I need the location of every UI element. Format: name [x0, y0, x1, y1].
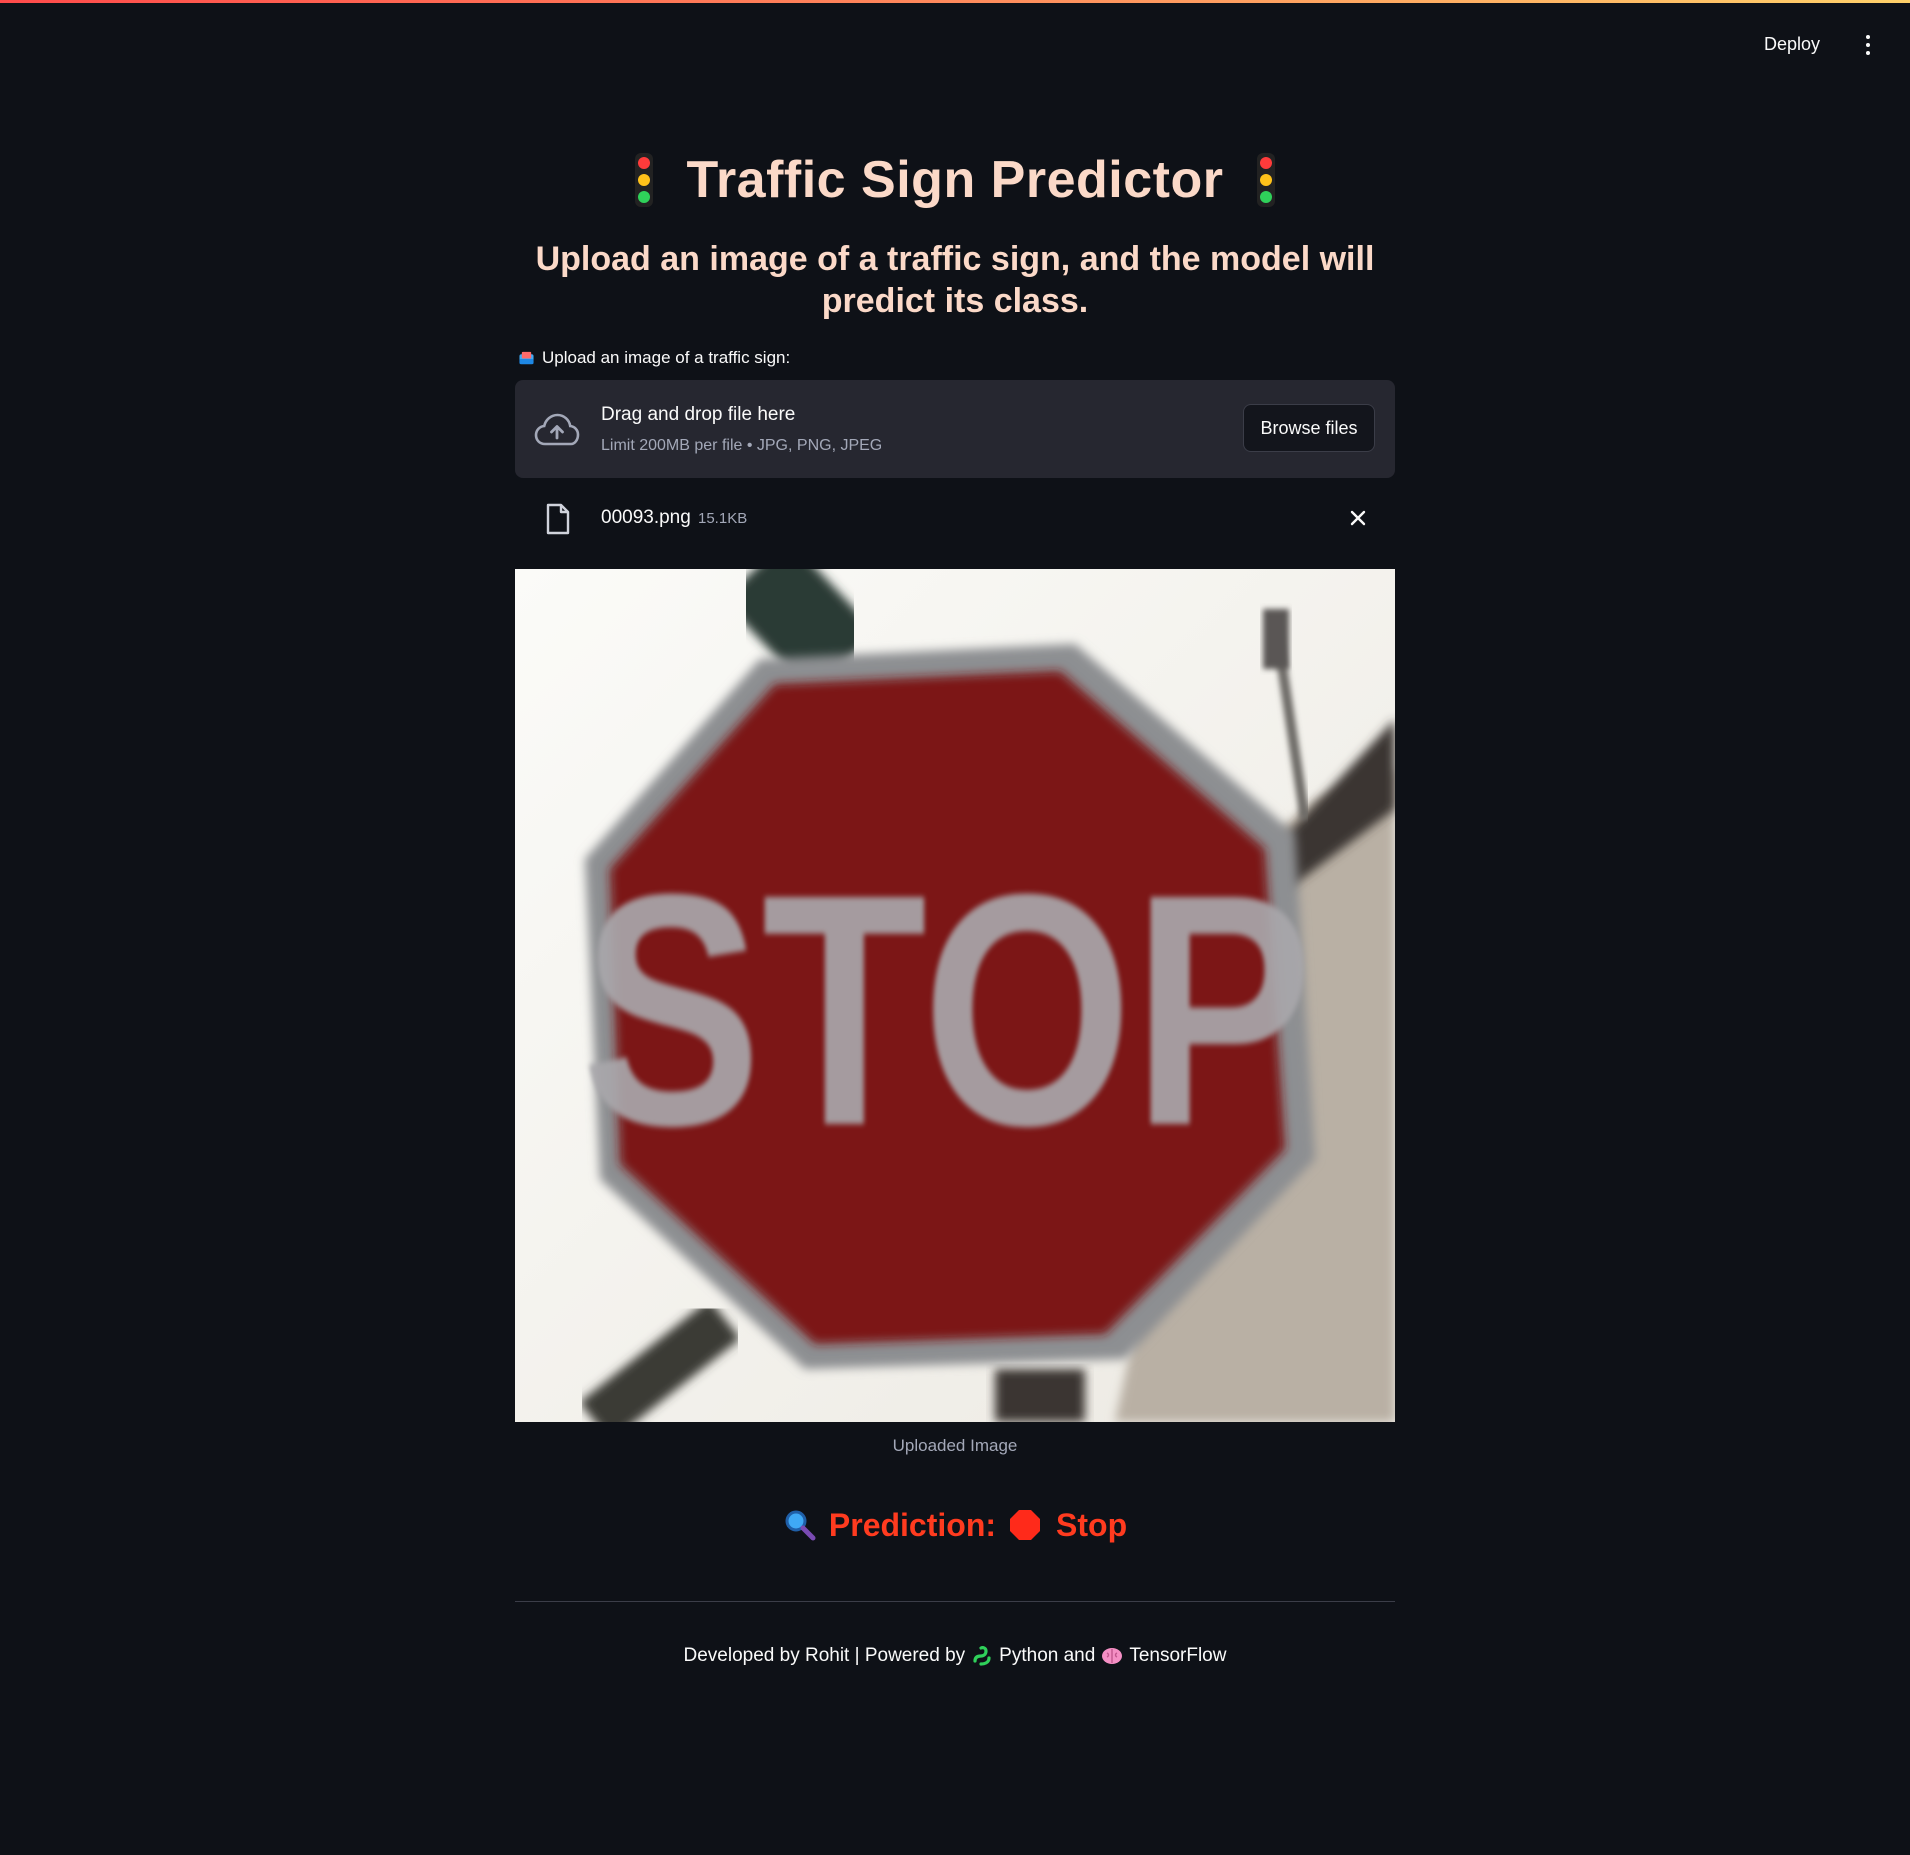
stop-sign-icon [1010, 1510, 1041, 1540]
prediction-value: Stop [1056, 1506, 1128, 1543]
stop-sign-text: STOP [581, 825, 1313, 1194]
uploader-label-text: Upload an image of a traffic sign: [542, 348, 791, 367]
page-title: Traffic Sign Predictor [686, 151, 1224, 209]
uploaded-file-row: 00093.png 15.1KB [515, 495, 1395, 541]
stop-sign-photo: STOP [515, 569, 1395, 1422]
file-dropzone[interactable]: Drag and drop file here Limit 200MB per … [515, 380, 1395, 478]
uploaded-file-size: 15.1KB [698, 510, 748, 527]
footer-tensorflow: TensorFlow [1129, 1645, 1227, 1666]
uploaded-file-name: 00093.png [601, 507, 691, 528]
cloud-upload-icon [534, 413, 580, 446]
dropzone-title: Drag and drop file here [601, 404, 796, 425]
prediction-label: Prediction: [828, 1506, 997, 1543]
brain-icon [1102, 1648, 1123, 1664]
page-subtitle: Upload an image of a traffic sign, and t… [535, 240, 1375, 320]
browse-files-button[interactable]: Browse files [1243, 404, 1375, 452]
footer: Developed by Rohit | Powered by Python a… [515, 1645, 1395, 1667]
deploy-button[interactable]: Deploy [1756, 30, 1828, 59]
snake-icon [973, 1646, 991, 1666]
uploaded-image: STOP [515, 569, 1395, 1422]
traffic-light-icon [1257, 153, 1276, 207]
footer-credit: Developed by Rohit | Powered by [683, 1645, 966, 1666]
footer-python: Python and [999, 1645, 1096, 1666]
inbox-tray-icon [519, 351, 534, 365]
title-row: Traffic Sign Predictor [515, 140, 1395, 220]
close-icon[interactable] [1345, 505, 1371, 531]
dropzone-limit: Limit 200MB per file • JPG, PNG, JPEG [601, 437, 883, 454]
uploader-label: Upload an image of a traffic sign: [519, 348, 790, 368]
kebab-menu-icon[interactable] [1856, 30, 1880, 60]
file-icon [546, 503, 570, 535]
magnifier-icon [785, 1510, 816, 1541]
divider [515, 1601, 1395, 1602]
prediction-result: Prediction: Stop [515, 1500, 1395, 1550]
app-header: Deploy [0, 0, 1910, 90]
traffic-light-icon [634, 153, 653, 207]
image-caption: Uploaded Image [892, 1436, 1018, 1455]
